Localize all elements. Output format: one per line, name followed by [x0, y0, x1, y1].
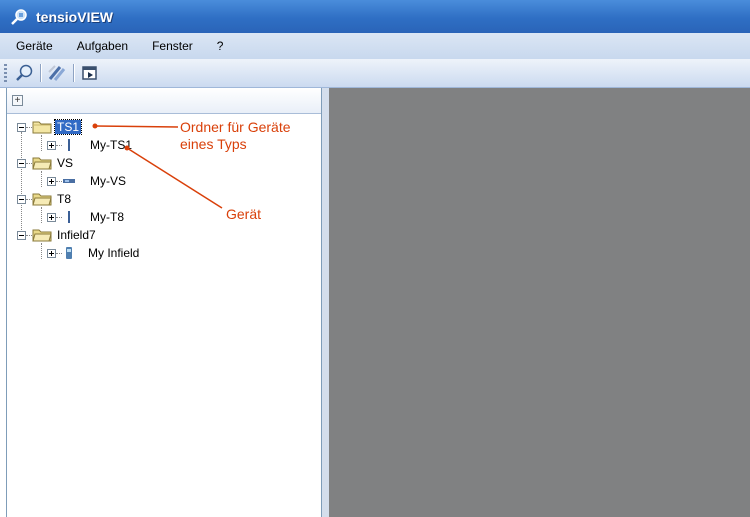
workspace-area — [329, 88, 750, 517]
device-label[interactable]: My-TS1 — [88, 138, 134, 152]
tree-folder-vs[interactable]: VS — [17, 155, 75, 171]
tools-icon — [48, 65, 66, 81]
menu-geraete[interactable]: Geräte — [16, 39, 53, 53]
tree-device-my-ts1[interactable]: My-TS1 — [47, 137, 134, 153]
device-tree-panel: + TS1 My-TS1 VS My-VS T8 My-T8 Infield7 … — [6, 88, 322, 517]
tree-root-line — [21, 132, 22, 236]
panel-splitter[interactable] — [322, 88, 329, 517]
window-title: tensioVIEW — [36, 8, 114, 25]
magnifier-app-icon — [11, 8, 27, 25]
folder-label[interactable]: Infield7 — [55, 228, 98, 242]
tensiometer-device-icon — [68, 211, 70, 223]
folder-label[interactable]: T8 — [55, 192, 73, 206]
tools-button[interactable] — [46, 62, 68, 84]
collapse-toggle[interactable] — [17, 122, 26, 132]
device-label[interactable]: My Infield — [86, 246, 141, 260]
search-icon — [16, 64, 33, 81]
tree-branch-line — [41, 135, 42, 151]
device-annotation: Gerät — [226, 206, 262, 222]
folder-label[interactable]: VS — [55, 156, 75, 170]
tree-device-my-infield[interactable]: My Infield — [47, 245, 141, 261]
collapse-toggle[interactable] — [17, 194, 26, 204]
tree-device-my-t8[interactable]: My-T8 — [47, 209, 126, 225]
tree-folder-t8[interactable]: T8 — [17, 191, 73, 207]
expand-toggle[interactable] — [47, 248, 56, 258]
folder-annotation-line2: eines Typs — [180, 136, 247, 152]
expand-toggle[interactable] — [47, 212, 56, 222]
toolbar-grip[interactable] — [4, 64, 7, 82]
folder-open-icon — [32, 121, 52, 134]
toolbar — [0, 59, 750, 88]
sensor-device-icon — [63, 179, 75, 183]
device-label[interactable]: My-T8 — [88, 210, 126, 224]
menu-aufgaben[interactable]: Aufgaben — [77, 39, 128, 53]
tree-folder-ts1[interactable]: TS1 — [17, 119, 83, 135]
folder-open-icon — [32, 193, 52, 206]
logger-device-icon — [66, 247, 72, 259]
export-icon — [82, 66, 97, 80]
expand-toggle[interactable] — [47, 176, 56, 186]
menu-bar: Geräte Aufgaben Fenster ? — [0, 33, 750, 59]
folder-open-icon — [32, 157, 52, 170]
search-button[interactable] — [13, 62, 35, 84]
collapse-toggle[interactable] — [17, 230, 26, 240]
toolbar-separator — [40, 64, 41, 82]
tree-branch-line — [41, 171, 42, 187]
tree-folder-infield7[interactable]: Infield7 — [17, 227, 98, 243]
menu-fenster[interactable]: Fenster — [152, 39, 193, 53]
menu-help[interactable]: ? — [217, 39, 224, 53]
tree-panel-header: + — [7, 88, 321, 114]
folder-annotation-line1: Ordner für Geräte — [180, 119, 291, 135]
expand-toggle[interactable] — [47, 140, 56, 150]
collapse-toggle[interactable] — [17, 158, 26, 168]
title-bar: tensioVIEW — [0, 0, 750, 33]
tree-branch-line — [41, 207, 42, 223]
tensiometer-device-icon — [68, 139, 70, 151]
export-button[interactable] — [79, 62, 101, 84]
toolbar-separator — [73, 64, 74, 82]
folder-open-icon — [32, 229, 52, 242]
folder-label[interactable]: TS1 — [53, 119, 83, 135]
expand-all-button[interactable]: + — [12, 95, 23, 106]
tree-branch-line — [41, 243, 42, 259]
device-label[interactable]: My-VS — [88, 174, 128, 188]
tree-device-my-vs[interactable]: My-VS — [47, 173, 128, 189]
